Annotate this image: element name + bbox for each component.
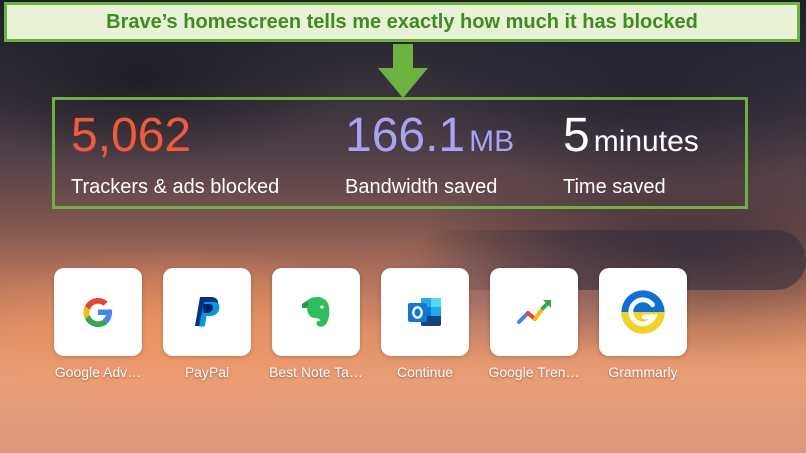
outlook-icon [408,298,441,326]
top-sites: Google Adv… PayPal Best Note Ta… Continu… [40,268,760,398]
bandwidth-saved-unit: MB [469,125,515,158]
top-site-card[interactable] [163,268,251,356]
top-site-tile-continue[interactable]: Continue [370,268,480,380]
trackers-blocked-label: Trackers & ads blocked [71,176,280,198]
google-trends-icon [517,300,551,324]
top-site-tile-best-note[interactable]: Best Note Ta… [261,268,371,380]
time-saved-label: Time saved [563,176,666,198]
trackers-blocked-stat: 5,062 Trackers & ads blocked [71,108,279,199]
google-icon [83,298,112,327]
bandwidth-saved-stat: 166.1 MB Bandwidth saved [345,108,514,199]
paypal-icon [195,297,220,327]
bandwidth-saved-value: 166.1 [345,109,466,162]
trackers-blocked-count: 5,062 [71,109,192,162]
grammarly-icon [621,290,665,334]
top-site-label: Grammarly [608,364,678,380]
top-site-card[interactable] [272,268,360,356]
annotation-banner: Brave’s homescreen tells me exactly how … [4,2,800,42]
top-site-label: Google Adv… [54,364,142,380]
annotation-arrow-icon [378,44,428,98]
top-site-card[interactable] [490,268,578,356]
top-site-card[interactable] [54,268,142,356]
top-site-label: Best Note Ta… [269,364,363,380]
top-site-tile-grammarly[interactable]: Grammarly [588,268,698,380]
top-site-card[interactable] [381,268,469,356]
time-saved-stat: 5 minutes Time saved [563,108,699,199]
annotation-banner-text: Brave’s homescreen tells me exactly how … [106,10,698,33]
privacy-stats-panel: 5,062 Trackers & ads blocked 166.1 MB Ba… [52,97,748,209]
top-site-tile-paypal[interactable]: PayPal [152,268,262,380]
evernote-icon [302,297,330,327]
top-site-label: Continue [396,364,454,380]
top-site-tile-google-trends[interactable]: Google Tren… [479,268,589,380]
time-saved-unit: minutes [593,125,699,158]
time-saved-value: 5 [563,109,590,162]
top-site-label: PayPal [184,364,230,380]
brave-new-tab-page: Brave’s homescreen tells me exactly how … [0,0,806,453]
bandwidth-saved-label: Bandwidth saved [345,176,498,198]
top-site-label: Google Tren… [488,364,580,380]
top-site-tile-google-ads[interactable]: Google Adv… [43,268,153,380]
top-site-card[interactable] [599,268,687,356]
